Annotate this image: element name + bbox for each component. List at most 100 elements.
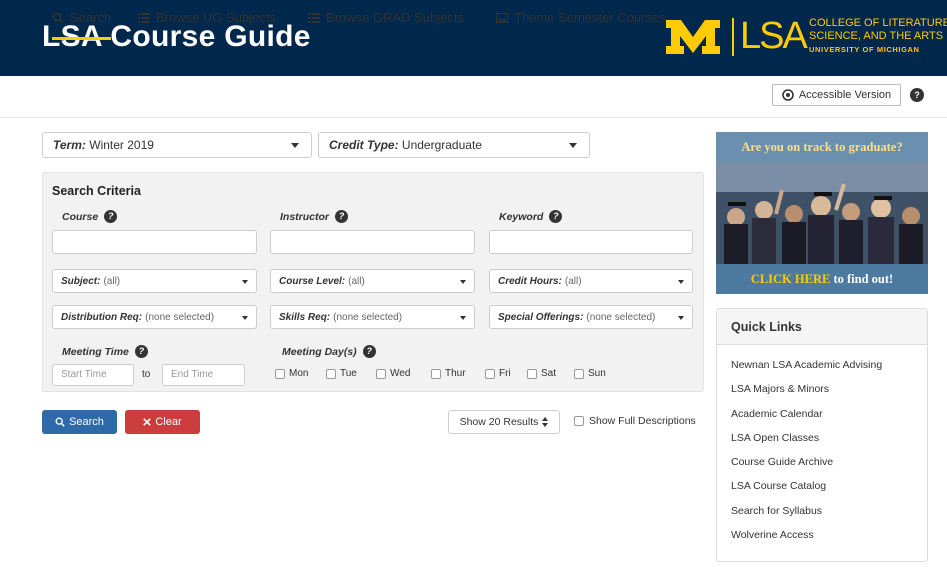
checkbox-icon[interactable] <box>574 368 584 379</box>
credit-type-label: Credit Type: <box>329 138 399 152</box>
show-full-descriptions-checkbox[interactable]: Show Full Descriptions <box>574 415 696 427</box>
course-level-label: Course Level: <box>279 275 346 287</box>
list-icon <box>308 13 320 23</box>
day-checkbox-sun[interactable]: Sun <box>574 368 606 379</box>
caret-down-icon <box>460 280 466 284</box>
quick-link-academic-calendar[interactable]: Academic Calendar <box>731 408 927 432</box>
clear-button[interactable]: Clear <box>125 410 200 434</box>
course-level-select[interactable]: Course Level: (all) <box>270 269 475 293</box>
day-checkbox-thur[interactable]: Thur <box>431 368 466 379</box>
course-label-text: Course <box>62 210 99 223</box>
day-checkbox-fri[interactable]: Fri <box>485 368 511 379</box>
time-range-separator: to <box>142 369 151 380</box>
quick-link-majors-minors[interactable]: LSA Majors & Minors <box>731 383 927 407</box>
instructor-label-text: Instructor <box>280 210 330 223</box>
caret-down-icon <box>291 143 299 148</box>
search-criteria-title: Search Criteria <box>52 184 141 198</box>
quick-link-course-guide-archive[interactable]: Course Guide Archive <box>731 456 927 480</box>
quick-link-wolverine-access[interactable]: Wolverine Access <box>731 529 927 553</box>
help-icon[interactable]: ? <box>134 345 148 358</box>
help-icon[interactable]: ? <box>910 88 924 102</box>
day-label: Thur <box>445 368 466 379</box>
graduation-promo-banner[interactable]: Are you on track to graduate? CLICK HERE… <box>716 132 928 294</box>
start-time-input[interactable]: Start Time <box>52 364 134 386</box>
checkbox-icon[interactable] <box>527 368 537 379</box>
instructor-field-label: Instructor ? <box>280 210 349 223</box>
keyword-input[interactable] <box>489 230 693 254</box>
quick-link-advising[interactable]: Newnan LSA Academic Advising <box>731 359 927 383</box>
day-label: Sat <box>541 368 557 379</box>
tab-search[interactable]: Search <box>52 10 112 40</box>
day-label: Tue <box>340 368 357 379</box>
results-per-page-value: Show 20 Results <box>459 416 539 428</box>
show-full-descriptions-label: Show Full Descriptions <box>589 415 696 427</box>
subject-label: Subject: <box>61 275 101 287</box>
end-time-input[interactable]: End Time <box>162 364 245 386</box>
help-icon[interactable]: ? <box>362 345 376 358</box>
quick-link-open-classes[interactable]: LSA Open Classes <box>731 432 927 456</box>
college-name-line2: SCIENCE, AND THE ARTS <box>809 30 944 42</box>
help-icon[interactable]: ? <box>335 210 349 223</box>
distribution-req-value: (none selected) <box>145 311 215 323</box>
meeting-days-label-text: Meeting Day(s) <box>282 345 357 358</box>
course-field-label: Course ? <box>62 210 118 223</box>
quick-links-panel: Quick Links Newnan LSA Academic Advising… <box>716 308 928 562</box>
day-checkbox-mon[interactable]: Mon <box>275 368 308 379</box>
clear-button-label: Clear <box>155 416 182 428</box>
tab-browse-ug[interactable]: Browse UG Subjects <box>138 10 276 40</box>
list-icon <box>138 13 150 23</box>
accessible-version-button[interactable]: Accessible Version <box>772 84 901 106</box>
skills-req-label: Skills Req: <box>279 311 331 323</box>
checkbox-icon[interactable] <box>574 416 584 426</box>
checkbox-icon[interactable] <box>326 368 336 379</box>
search-icon <box>52 12 64 24</box>
tab-theme-semester[interactable]: Theme Semester Courses <box>496 10 666 40</box>
checkbox-icon[interactable] <box>275 368 285 379</box>
help-icon[interactable]: ? <box>549 210 563 223</box>
caret-down-icon <box>242 316 248 320</box>
credit-type-value: Undergraduate <box>401 138 482 152</box>
day-checkbox-tue[interactable]: Tue <box>326 368 357 379</box>
day-label: Wed <box>390 368 411 379</box>
checkbox-icon[interactable] <box>431 368 441 379</box>
day-checkbox-sat[interactable]: Sat <box>527 368 556 379</box>
results-per-page-select[interactable]: Show 20 Results <box>448 410 560 434</box>
keyword-field-label: Keyword ? <box>499 210 563 223</box>
accessibility-icon <box>782 89 794 101</box>
credit-hours-label: Credit Hours: <box>498 275 562 287</box>
quick-link-course-catalog[interactable]: LSA Course Catalog <box>731 480 927 504</box>
tab-browse-grad[interactable]: Browse GRAD Subjects <box>308 10 464 40</box>
lsa-wordmark: LSA <box>740 15 808 57</box>
search-button-label: Search <box>69 416 104 428</box>
accessible-version-label: Accessible Version <box>798 89 892 101</box>
quick-links-title: Quick Links <box>717 309 927 345</box>
term-select[interactable]: Term: Winter 2019 <box>42 132 312 158</box>
checkbox-icon[interactable] <box>485 368 495 379</box>
term-select-label: Term: <box>53 138 86 152</box>
subject-value: (all) <box>103 275 121 287</box>
day-label: Fri <box>499 368 511 379</box>
course-input[interactable] <box>52 230 257 254</box>
image-icon <box>496 12 508 24</box>
college-name-line1: COLLEGE OF LITERATURE, <box>809 17 947 29</box>
quick-link-syllabus-search[interactable]: Search for Syllabus <box>731 505 927 529</box>
skills-req-select[interactable]: Skills Req: (none selected) <box>270 305 475 329</box>
search-button[interactable]: Search <box>42 410 117 434</box>
special-offerings-select[interactable]: Special Offerings: (none selected) <box>489 305 693 329</box>
promo-cta[interactable]: CLICK HERE to find out! <box>716 264 928 294</box>
credit-hours-select[interactable]: Credit Hours: (all) <box>489 269 693 293</box>
distribution-req-select[interactable]: Distribution Req: (none selected) <box>52 305 257 329</box>
day-checkbox-wed[interactable]: Wed <box>376 368 410 379</box>
credit-type-select[interactable]: Credit Type: Undergraduate <box>318 132 590 158</box>
close-icon <box>143 418 152 426</box>
checkbox-icon[interactable] <box>376 368 386 379</box>
promo-cta-rest: to find out! <box>830 272 894 286</box>
meeting-time-label-text: Meeting Time <box>62 345 129 358</box>
help-icon[interactable]: ? <box>104 210 118 223</box>
subject-select[interactable]: Subject: (all) <box>52 269 257 293</box>
day-label: Sun <box>588 368 606 379</box>
course-level-value: (all) <box>348 275 365 287</box>
tab-browse-grad-label: Browse GRAD Subjects <box>326 10 464 25</box>
credit-hours-value: (all) <box>564 275 582 287</box>
instructor-input[interactable] <box>270 230 475 254</box>
